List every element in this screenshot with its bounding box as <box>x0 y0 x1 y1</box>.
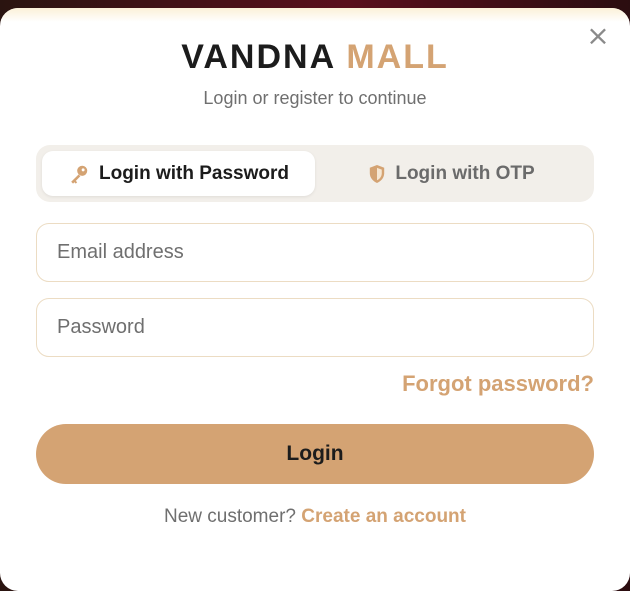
login-method-tabs: Login with Password Login with OTP <box>36 145 594 202</box>
tab-login-otp[interactable]: Login with OTP <box>315 151 588 196</box>
register-prompt: New customer? Create an account <box>0 506 630 528</box>
key-icon <box>71 165 88 184</box>
login-button[interactable]: Login <box>36 424 594 484</box>
forgot-password-link[interactable]: Forgot password? <box>402 371 594 397</box>
email-field[interactable] <box>36 223 594 282</box>
tab-label: Login with Password <box>98 162 289 184</box>
shield-icon <box>370 164 385 183</box>
login-modal: × VANDNA MALL Login or register to conti… <box>0 8 630 591</box>
tab-login-password[interactable]: Login with Password <box>42 151 315 196</box>
brand-logo: VANDNA MALL <box>0 40 630 74</box>
modal-subtitle: Login or register to continue <box>203 88 427 108</box>
brand-name-part2: MALL <box>346 38 449 76</box>
modal-top-glow <box>0 8 630 22</box>
password-field[interactable] <box>36 298 594 357</box>
register-prompt-text: New customer? <box>163 506 296 527</box>
brand-name-part1: VANDNA <box>181 38 335 76</box>
create-account-link[interactable]: Create an account <box>301 506 466 527</box>
tab-label: Login with OTP <box>395 162 535 184</box>
